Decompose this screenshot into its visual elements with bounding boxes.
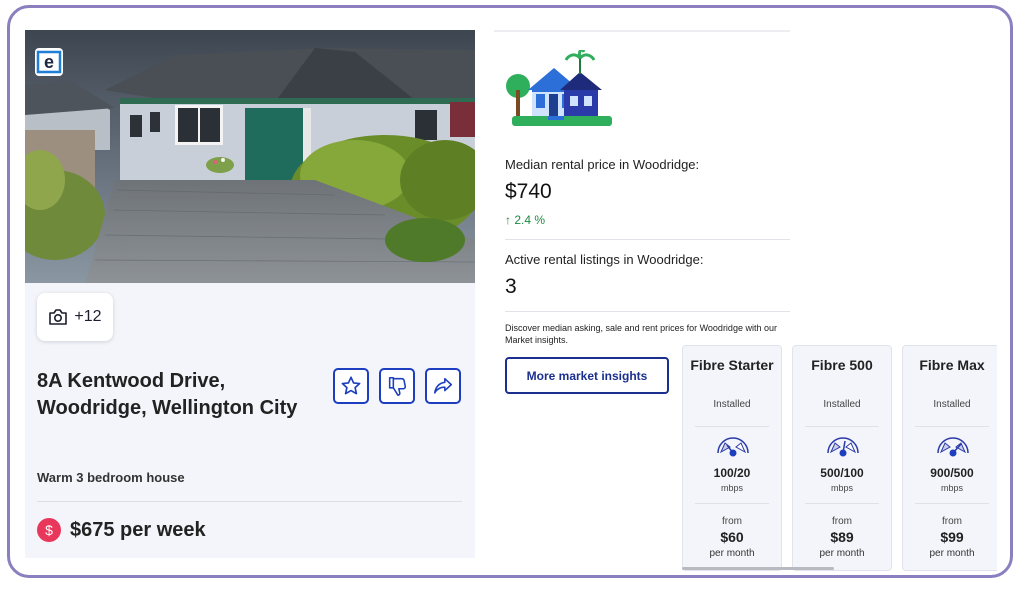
speed-gauge-icon (717, 437, 749, 457)
carousel-scrollbar[interactable] (682, 567, 834, 570)
divider (695, 503, 769, 504)
active-listings-label: Active rental listings in Woodridge: (505, 252, 704, 267)
plan-speed: 500/100 (820, 466, 864, 480)
divider (695, 426, 769, 427)
divider (805, 503, 879, 504)
speed-gauge-icon (827, 437, 859, 457)
plan-speed-unit: mbps (720, 483, 743, 493)
house-photo-image (25, 30, 475, 283)
divider (494, 30, 790, 32)
listing-description: Warm 3 bedroom house (37, 470, 185, 485)
plan-period: per month (819, 548, 865, 559)
listing-price: $ $675 per week (37, 518, 206, 542)
fibre-plans-carousel[interactable]: Fibre Starter Installed 100/20 mbps from… (682, 345, 997, 575)
thumbs-down-icon (388, 376, 407, 396)
plan-name: Fibre 500 (811, 357, 873, 373)
share-button[interactable] (425, 368, 461, 404)
plan-from-label: from (942, 516, 962, 527)
dislike-button[interactable] (379, 368, 415, 404)
plan-period: per month (709, 548, 755, 559)
listing-photo[interactable]: e (25, 30, 475, 283)
plan-speed-unit: mbps (940, 483, 963, 493)
photo-count: +12 (74, 308, 102, 325)
market-insights-description: Discover median asking, sale and rent pr… (505, 323, 777, 345)
camera-icon (49, 309, 68, 325)
plan-status: Installed (823, 399, 861, 410)
dollar-icon: $ (37, 518, 61, 542)
median-price-value: $740 (505, 180, 552, 203)
price-text: $675 per week (70, 518, 206, 541)
plan-card[interactable]: Fibre 500 Installed 500/100 mbps from $8… (792, 345, 892, 571)
svg-text:e: e (44, 52, 54, 72)
plan-from-label: from (722, 516, 742, 527)
photo-gallery-button[interactable]: +12 (37, 293, 113, 341)
speed-gauge-icon (937, 437, 969, 457)
favourite-button[interactable] (333, 368, 369, 404)
plan-price: $89 (830, 529, 854, 545)
divider (37, 501, 462, 502)
plan-card[interactable]: Fibre Max Installed 900/500 mbps from $9… (902, 345, 997, 571)
divider (805, 426, 879, 427)
listing-card[interactable]: e +12 8A Kentwood Drive, Woodridge, Well… (25, 30, 475, 558)
plan-period: per month (929, 548, 975, 559)
plan-speed: 100/20 (713, 466, 751, 480)
plan-status: Installed (713, 399, 751, 410)
plan-from-label: from (832, 516, 852, 527)
house-illustration (506, 50, 612, 126)
plan-price: $99 (940, 529, 964, 545)
listing-actions (333, 368, 461, 404)
median-price-change: ↑ 2.4 % (505, 213, 546, 227)
site-logo-icon: e (35, 48, 63, 76)
listing-address: 8A Kentwood Drive, Woodridge, Wellington… (37, 370, 298, 419)
divider (915, 426, 989, 427)
divider (915, 503, 989, 504)
divider (505, 311, 790, 312)
plan-name: Fibre Starter (690, 357, 774, 373)
more-market-insights-button[interactable]: More market insights (505, 357, 669, 394)
plan-card[interactable]: Fibre Starter Installed 100/20 mbps from… (682, 345, 782, 571)
star-icon (341, 376, 361, 395)
plan-name: Fibre Max (919, 357, 985, 373)
active-listings-value: 3 (505, 275, 517, 298)
plan-price: $60 (720, 529, 744, 545)
share-icon (433, 377, 453, 394)
divider (505, 239, 790, 240)
plan-speed: 900/500 (930, 466, 974, 480)
median-price-label: Median rental price in Woodridge: (505, 157, 700, 172)
plan-speed-unit: mbps (830, 483, 853, 493)
plan-status: Installed (933, 399, 971, 410)
